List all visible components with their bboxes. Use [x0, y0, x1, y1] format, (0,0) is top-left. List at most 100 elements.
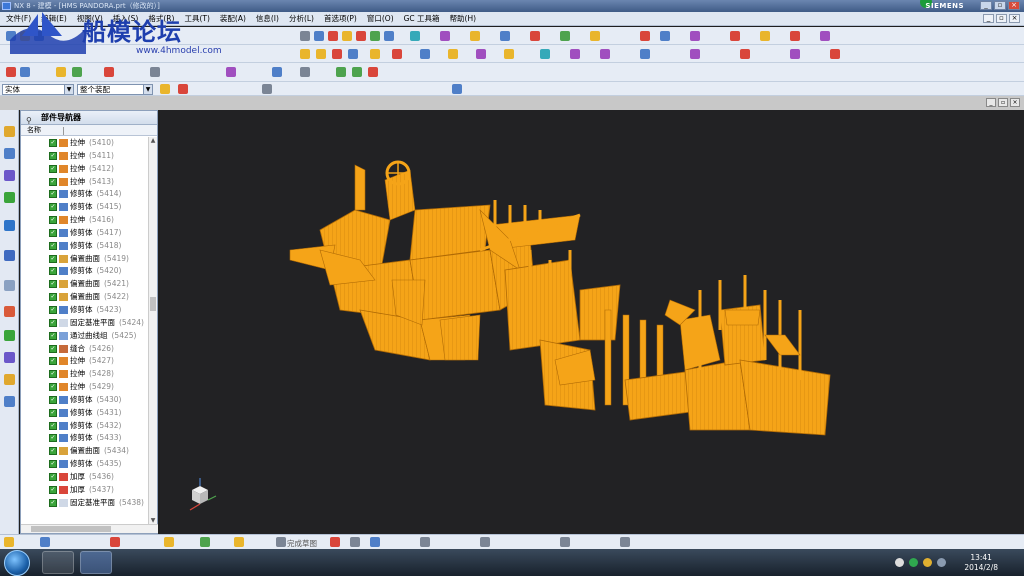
menu-information[interactable]: 信息(I): [256, 13, 279, 24]
select-icon[interactable]: [352, 67, 362, 77]
tray-arrow-icon[interactable]: [895, 558, 904, 567]
add-component-icon[interactable]: [20, 67, 30, 77]
internet-icon[interactable]: [4, 220, 15, 231]
curve-edit-icon[interactable]: [730, 31, 740, 41]
trim-body-tool-icon[interactable]: [448, 49, 458, 59]
menu-analysis[interactable]: 分析(L): [289, 13, 314, 24]
split-body-tool-icon[interactable]: [476, 49, 486, 59]
cube-view-icon[interactable]: [452, 84, 462, 94]
draft-tool-icon[interactable]: [600, 49, 610, 59]
measure-icon[interactable]: [470, 31, 480, 41]
assembly-icon[interactable]: [6, 67, 16, 77]
sew-tool-icon[interactable]: [790, 49, 800, 59]
visibility-checkbox[interactable]: ✓: [49, 151, 57, 160]
rectangle-sketch-icon[interactable]: [420, 537, 430, 547]
feature-row[interactable]: ✓ 拉伸 (5410): [21, 137, 149, 150]
visibility-checkbox[interactable]: ✓: [49, 318, 57, 327]
scope-dropdown[interactable]: 整个装配 ▼: [77, 84, 153, 95]
filter-options-icon[interactable]: [160, 84, 170, 94]
feature-row[interactable]: ✓ 拉伸 (5412): [21, 163, 149, 176]
point-icon[interactable]: [500, 31, 510, 41]
menu-window[interactable]: 窗口(O): [367, 13, 394, 24]
part-navigator-icon[interactable]: [4, 170, 15, 181]
circle-sketch-icon[interactable]: [370, 537, 380, 547]
menu-preferences[interactable]: 首选项(P): [324, 13, 357, 24]
menu-help[interactable]: 帮助(H): [450, 13, 477, 24]
doc-minimize-button[interactable]: _: [983, 14, 994, 23]
graphics-viewport[interactable]: [160, 110, 1024, 534]
subtract-tool-icon[interactable]: [392, 49, 402, 59]
assembly-navigator-icon[interactable]: [4, 126, 15, 137]
visibility-checkbox[interactable]: ✓: [49, 190, 57, 199]
intersect-tool-icon[interactable]: [420, 49, 430, 59]
roles-icon[interactable]: [4, 352, 15, 363]
visibility-checkbox[interactable]: ✓: [49, 164, 57, 173]
doc-restore-button[interactable]: ▫: [996, 14, 1007, 23]
visibility-checkbox[interactable]: ✓: [49, 395, 57, 404]
feature-row[interactable]: ✓ 拉伸 (5413): [21, 176, 149, 189]
minimize-button[interactable]: _: [980, 1, 992, 10]
visibility-checkbox[interactable]: ✓: [49, 421, 57, 430]
visibility-checkbox[interactable]: ✓: [49, 280, 57, 289]
visibility-checkbox[interactable]: ✓: [49, 216, 57, 225]
mirror-sketch-icon[interactable]: [480, 537, 490, 547]
fit-view-icon[interactable]: [300, 31, 310, 41]
project-icon[interactable]: [760, 31, 770, 41]
visibility-checkbox[interactable]: ✓: [49, 228, 57, 237]
visibility-checkbox[interactable]: ✓: [49, 370, 57, 379]
check-icon[interactable]: [336, 67, 346, 77]
zoom-icon[interactable]: [314, 31, 324, 41]
tray-volume-icon[interactable]: [937, 558, 946, 567]
graphics-minimize-button[interactable]: _: [986, 98, 996, 107]
graphics-close-button[interactable]: ×: [1010, 98, 1020, 107]
feature-row[interactable]: ✓ 拉伸 (5429): [21, 381, 149, 394]
taskbar-clock[interactable]: 13:41 2014/2/8: [964, 553, 998, 573]
feature-row[interactable]: ✓ 拉伸 (5416): [21, 214, 149, 227]
extrude-tool-icon[interactable]: [300, 49, 310, 59]
render-icon[interactable]: [356, 31, 366, 41]
feature-row[interactable]: ✓ 修剪体 (5418): [21, 240, 149, 253]
filter-icon[interactable]: [226, 67, 236, 77]
type-filter-dropdown[interactable]: 实体 ▼: [2, 84, 74, 95]
visibility-checkbox[interactable]: ✓: [49, 177, 57, 186]
section-icon[interactable]: [410, 31, 420, 41]
constraint-navigator-icon[interactable]: [4, 148, 15, 159]
tray-network-icon[interactable]: [923, 558, 932, 567]
sketch-icon[interactable]: [4, 537, 14, 547]
explorer-icon[interactable]: [42, 551, 74, 574]
menu-gc-toolkit[interactable]: GC 工具箱: [404, 13, 440, 24]
graphics-restore-button[interactable]: ▫: [998, 98, 1008, 107]
feature-row[interactable]: ✓ 修剪体 (5420): [21, 265, 149, 278]
layer-icon[interactable]: [370, 31, 380, 41]
unite-tool-icon[interactable]: [370, 49, 380, 59]
visibility-checkbox[interactable]: ✓: [49, 305, 57, 314]
close-button[interactable]: ×: [1008, 1, 1020, 10]
arc-icon[interactable]: [660, 31, 670, 41]
feature-row[interactable]: ✓ 加厚 (5436): [21, 471, 149, 484]
boss-tool-icon[interactable]: [348, 49, 358, 59]
view-triad[interactable]: [189, 478, 217, 511]
feature-row[interactable]: ✓ 修剪体 (5435): [21, 458, 149, 471]
feature-row[interactable]: ✓ 偏置曲面 (5419): [21, 253, 149, 266]
feature-row[interactable]: ✓ 拉伸 (5427): [21, 355, 149, 368]
cursor-icon[interactable]: [150, 67, 160, 77]
explode-icon[interactable]: [104, 67, 114, 77]
sketch-dim-icon[interactable]: [200, 537, 210, 547]
feature-row[interactable]: ✓ 拉伸 (5411): [21, 150, 149, 163]
column-separator[interactable]: [63, 127, 64, 135]
finish-sketch-icon[interactable]: [276, 537, 286, 547]
scroll-thumb[interactable]: [150, 297, 156, 311]
sketch-pen-icon[interactable]: [234, 537, 244, 547]
history-icon[interactable]: [4, 250, 15, 261]
visibility-checkbox[interactable]: ✓: [49, 139, 57, 147]
feature-row[interactable]: ✓ 修剪体 (5414): [21, 188, 149, 201]
revolve-tool-icon[interactable]: [316, 49, 326, 59]
visibility-checkbox[interactable]: ✓: [49, 293, 57, 302]
feature-row[interactable]: ✓ 修剪体 (5415): [21, 201, 149, 214]
feature-row[interactable]: ✓ 通过曲线组 (5425): [21, 330, 149, 343]
scroll-up-icon[interactable]: ▲: [149, 137, 157, 145]
visibility-checkbox[interactable]: ✓: [49, 447, 57, 456]
feature-row[interactable]: ✓ 修剪体 (5431): [21, 407, 149, 420]
visibility-checkbox[interactable]: ✓: [49, 344, 57, 353]
wcs-icon[interactable]: [560, 31, 570, 41]
